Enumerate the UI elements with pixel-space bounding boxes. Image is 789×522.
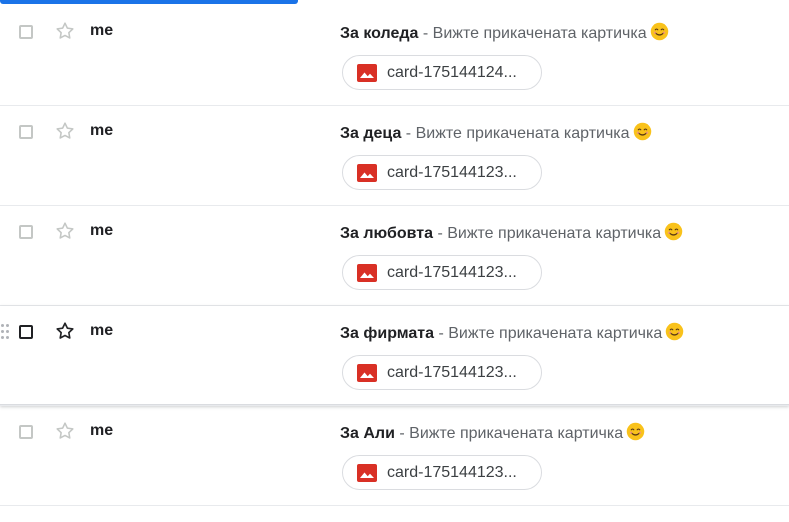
sender-name: me	[90, 22, 114, 39]
attachment-name: card-175144123...	[387, 264, 517, 281]
sender-name: me	[90, 222, 114, 239]
email-subject: За деца	[340, 125, 402, 142]
sender-name: me	[90, 422, 114, 439]
smiling-face-emoji-icon	[664, 222, 683, 241]
email-row[interactable]: me За коледа - Вижте прикачената картичк…	[0, 6, 789, 106]
email-row[interactable]: me За любовта - Вижте прикачената картич…	[0, 206, 789, 306]
subject-line: За Али - Вижте прикачената картичка	[340, 422, 645, 443]
image-attachment-icon	[357, 464, 377, 482]
subject-line: За коледа - Вижте прикачената картичка	[340, 22, 669, 43]
email-snippet: - Вижте прикачената картичка	[433, 225, 662, 242]
star-icon[interactable]	[54, 420, 76, 442]
sender-name: me	[90, 322, 114, 339]
email-row[interactable]: me За Али - Вижте прикачената картичка c…	[0, 406, 789, 506]
email-snippet: - Вижте прикачената картичка	[401, 125, 630, 142]
subject-line: За фирмата - Вижте прикачената картичка	[340, 322, 684, 343]
smiling-face-emoji-icon	[650, 22, 668, 41]
select-checkbox[interactable]	[19, 425, 33, 439]
attachment-name: card-175144123...	[387, 464, 517, 481]
attachment-chip[interactable]: card-175144124...	[342, 55, 542, 90]
attachment-chip[interactable]: card-175144123...	[342, 455, 542, 490]
smiling-face-emoji-icon	[665, 322, 684, 341]
email-subject: За коледа	[340, 25, 419, 42]
image-attachment-icon	[357, 264, 377, 282]
attachment-chip[interactable]: card-175144123...	[342, 155, 542, 190]
attachment-name: card-175144124...	[387, 64, 517, 81]
image-attachment-icon	[357, 64, 377, 82]
attachment-name: card-175144123...	[387, 364, 517, 381]
attachment-name: card-175144123...	[387, 164, 517, 181]
star-icon[interactable]	[54, 120, 76, 142]
email-row[interactable]: me За деца - Вижте прикачената картичка …	[0, 106, 789, 206]
email-snippet: - Вижте прикачената картичка	[394, 425, 624, 442]
email-snippet: - Вижте прикачената картичка	[434, 325, 663, 342]
image-attachment-icon	[357, 164, 377, 182]
attachment-chip[interactable]: card-175144123...	[342, 255, 542, 290]
email-subject: За Али	[340, 425, 395, 442]
star-icon[interactable]	[54, 20, 76, 42]
image-attachment-icon	[357, 364, 377, 382]
active-tab-indicator	[0, 0, 298, 4]
email-subject: За любовта	[340, 225, 433, 242]
email-row[interactable]: me За фирмата - Вижте прикачената картич…	[0, 306, 789, 406]
email-subject: За фирмата	[340, 325, 435, 342]
drag-handle-icon[interactable]	[1, 324, 11, 340]
subject-line: За любовта - Вижте прикачената картичка	[340, 222, 683, 243]
sender-name: me	[90, 122, 114, 139]
smiling-face-emoji-icon	[633, 122, 651, 141]
select-checkbox[interactable]	[19, 325, 33, 339]
star-icon[interactable]	[54, 220, 76, 242]
star-icon[interactable]	[54, 320, 76, 342]
email-list: me За коледа - Вижте прикачената картичк…	[0, 6, 789, 506]
subject-line: За деца - Вижте прикачената картичка	[340, 122, 652, 143]
select-checkbox[interactable]	[19, 125, 33, 139]
email-snippet: - Вижте прикачената картичка	[418, 25, 647, 42]
select-checkbox[interactable]	[19, 225, 33, 239]
attachment-chip[interactable]: card-175144123...	[342, 355, 542, 390]
select-checkbox[interactable]	[19, 25, 33, 39]
smiling-face-emoji-icon	[626, 422, 645, 441]
